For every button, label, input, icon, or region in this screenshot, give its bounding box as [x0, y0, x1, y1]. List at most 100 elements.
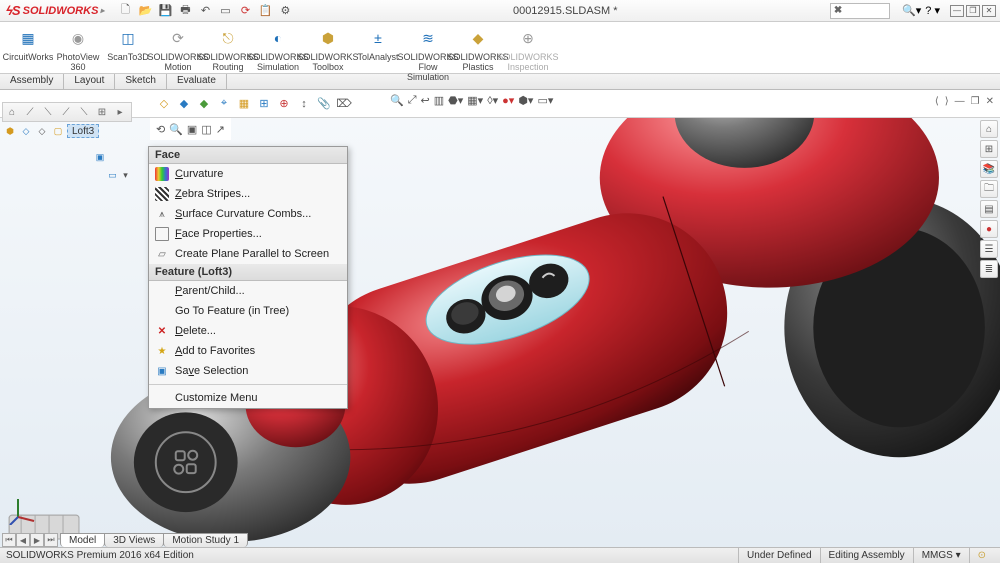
tab-scroll-last-icon[interactable]: ⏭ — [44, 533, 58, 547]
view-settings-icon[interactable]: ▭▾ — [537, 94, 553, 107]
rebuild-button[interactable]: ⟳ — [236, 3, 254, 19]
search-icon[interactable]: 🔍▾ — [902, 4, 921, 17]
tab-scroll-first-icon[interactable]: ⏮ — [2, 533, 16, 547]
ribbon-motion[interactable]: ⟳SOLIDWORKS Motion — [154, 24, 202, 74]
tab-sketch[interactable]: Sketch — [115, 74, 167, 89]
tool-icon-2[interactable]: ◆ — [176, 96, 192, 112]
row2-icon-1[interactable]: ⟲ — [156, 123, 165, 136]
ctx-customize-menu[interactable]: Customize Menu — [149, 388, 347, 408]
expand-icon[interactable]: ▾ — [120, 168, 131, 182]
ribbon-toolbox[interactable]: ⬢SOLIDWORKS Toolbox — [304, 24, 352, 74]
fm-tab-4-icon[interactable]: ⟋ — [58, 104, 74, 120]
select-button[interactable]: ▭ — [216, 3, 234, 19]
dropdown-icon[interactable]: ▸ — [100, 6, 104, 15]
tab-motion-study[interactable]: Motion Study 1 — [163, 533, 248, 547]
ribbon-circuitworks[interactable]: ▦CircuitWorks — [4, 24, 52, 64]
tool-icon-9[interactable]: 📎 — [316, 96, 332, 112]
taskpane-forum-icon[interactable]: ≣ — [980, 260, 998, 278]
ctx-create-plane-parallel[interactable]: ▱ Create Plane Parallel to Screen — [149, 244, 347, 264]
fm-tab-5-icon[interactable]: ⟍ — [76, 104, 92, 120]
close-button[interactable]: ✕ — [982, 5, 996, 17]
tab-assembly[interactable]: Assembly — [0, 74, 64, 89]
tab-scroll-next-icon[interactable]: ▶ — [30, 533, 44, 547]
tab-evaluate[interactable]: Evaluate — [167, 74, 227, 89]
section-view-icon[interactable]: ▥ — [434, 94, 444, 107]
ctx-save-selection[interactable]: ▣ Save Selection — [149, 361, 347, 381]
ribbon-scanto3d[interactable]: ◫ScanTo3D — [104, 24, 152, 64]
display-style-icon[interactable]: ▦▾ — [467, 94, 483, 107]
ctx-curvature[interactable]: Curvature — [149, 164, 347, 184]
settings-button[interactable]: ⚙ — [276, 3, 294, 19]
fm-tab-7-icon[interactable]: ▸ — [112, 104, 128, 120]
tool-icon-5[interactable]: ▦ — [236, 96, 252, 112]
ribbon-tolanalyst[interactable]: ±TolAnalyst — [354, 24, 402, 64]
taskpane-view-palette-icon[interactable]: ▤ — [980, 200, 998, 218]
print-button[interactable]: 🖶 — [176, 3, 194, 19]
taskpane-design-lib-icon[interactable]: 📚 — [980, 160, 998, 178]
panel-collapse-right-icon[interactable]: ⟩ — [945, 96, 949, 107]
hide-show-icon[interactable]: ◊▾ — [487, 94, 498, 107]
orientation-triad[interactable] — [8, 495, 38, 525]
edit-feature-icon[interactable]: ▭ — [107, 168, 118, 182]
restore-button[interactable]: ❐ — [966, 5, 980, 17]
fm-tab-6-icon[interactable]: ⊞ — [94, 104, 110, 120]
ctx-go-to-feature[interactable]: Go To Feature (in Tree) — [149, 301, 347, 321]
command-search[interactable]: ✖ — [830, 3, 890, 19]
tab-layout[interactable]: Layout — [64, 74, 115, 89]
help-icon[interactable]: ? ▾ — [925, 4, 940, 17]
status-rebuild-icon[interactable]: ⊙ — [969, 548, 994, 563]
ctx-delete[interactable]: ✕ Delete... — [149, 321, 347, 341]
row2-icon-5[interactable]: ↗ — [216, 123, 225, 136]
tool-icon-3[interactable]: ◆ — [196, 96, 212, 112]
row2-icon-2[interactable]: 🔍 — [169, 123, 183, 136]
tab-model[interactable]: Model — [60, 533, 105, 547]
viewport-min-icon[interactable]: — — [955, 96, 965, 107]
view-orient-icon[interactable]: ⬣▾ — [448, 94, 463, 107]
tool-icon-4[interactable]: ⌖ — [216, 96, 232, 112]
taskpane-file-explorer-icon[interactable]: 🗀 — [980, 180, 998, 198]
fm-selected-feature[interactable]: Loft3 — [67, 124, 99, 138]
tool-icon-7[interactable]: ⊕ — [276, 96, 292, 112]
fm-tab-3-icon[interactable]: ⟍ — [40, 104, 56, 120]
row2-icon-4[interactable]: ◫ — [201, 123, 211, 136]
minimize-button[interactable]: — — [950, 5, 964, 17]
ribbon-inspection[interactable]: ⊕SOLIDWORKS Inspection — [504, 24, 552, 74]
new-button[interactable]: 🗋 — [116, 3, 134, 19]
fm-body-icon[interactable]: ▢ — [51, 124, 65, 138]
fm-tab-1-icon[interactable]: ⌂ — [4, 104, 20, 120]
prev-view-icon[interactable]: ↩ — [421, 94, 430, 107]
scene-icon[interactable]: ⬢▾ — [518, 94, 533, 107]
taskpane-resources-icon[interactable]: ⊞ — [980, 140, 998, 158]
ctx-zebra-stripes[interactable]: Zebra Stripes... — [149, 184, 347, 204]
ctx-add-favorites[interactable]: ★ Add to Favorites — [149, 341, 347, 361]
tool-icon-8[interactable]: ↕ — [296, 96, 312, 112]
zoom-area-icon[interactable]: ⤢ — [408, 94, 417, 107]
save-button[interactable]: 💾 — [156, 3, 174, 19]
panel-collapse-left-icon[interactable]: ⟨ — [935, 96, 939, 107]
undo-button[interactable]: ↶ — [196, 3, 214, 19]
ribbon-simulation[interactable]: ◐SOLIDWORKS Simulation — [254, 24, 302, 74]
viewport-close-icon[interactable]: ✕ — [986, 96, 994, 107]
status-units[interactable]: MMGS ▾ — [913, 548, 969, 563]
fm-assembly-icon[interactable]: ⬢ — [3, 124, 17, 138]
tab-scroll-prev-icon[interactable]: ◀ — [16, 533, 30, 547]
appearance-icon[interactable]: ●▾ — [502, 94, 514, 107]
tool-icon-10[interactable]: ⌦ — [336, 96, 352, 112]
ribbon-plastics[interactable]: ◆SOLIDWORKS Plastics — [454, 24, 502, 74]
ctx-face-properties[interactable]: Face Properties... — [149, 224, 347, 244]
ctx-surface-curvature-combs[interactable]: ⩚ Surface Curvature Combs... — [149, 204, 347, 224]
open-button[interactable]: 📂 — [136, 3, 154, 19]
taskpane-home-icon[interactable]: ⌂ — [980, 120, 998, 138]
zoom-fit-icon[interactable]: 🔍 — [390, 94, 404, 107]
tool-icon-1[interactable]: ◇ — [156, 96, 172, 112]
ribbon-routing[interactable]: ⎋SOLIDWORKS Routing — [204, 24, 252, 74]
taskpane-custom-props-icon[interactable]: ☰ — [980, 240, 998, 258]
fm-tab-2-icon[interactable]: ⟋ — [22, 104, 38, 120]
tool-icon-6[interactable]: ⊞ — [256, 96, 272, 112]
ribbon-flowsim[interactable]: ≋SOLIDWORKS Flow Simulation — [404, 24, 452, 84]
row2-icon-3[interactable]: ▣ — [187, 123, 197, 136]
fm-part2-icon[interactable]: ◇ — [35, 124, 49, 138]
options-button[interactable]: 📋 — [256, 3, 274, 19]
viewport-max-icon[interactable]: ❐ — [971, 96, 980, 107]
fm-part-icon[interactable]: ◇ — [19, 124, 33, 138]
